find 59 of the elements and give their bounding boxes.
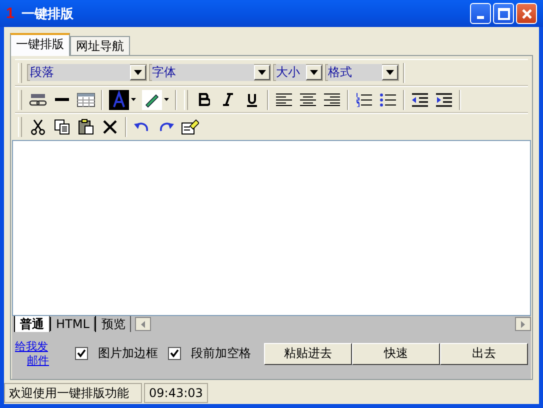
- bold-icon: [198, 93, 210, 106]
- undo-icon: [134, 120, 150, 132]
- copy-icon: [54, 118, 70, 134]
- align-right-icon: [324, 93, 340, 106]
- notepad-icon: [181, 118, 199, 134]
- indent-icon: [436, 92, 452, 106]
- font-color-icon: [109, 90, 129, 110]
- tab[interactable]: 一键排版: [10, 33, 70, 56]
- app-number-label: 1: [6, 5, 14, 22]
- format-dropdown[interactable]: 格式: [325, 64, 399, 81]
- status-message: 欢迎使用一键排版功能: [4, 383, 142, 403]
- caret-icon: [131, 98, 136, 101]
- checkbox-label: 段前加空格: [191, 345, 251, 362]
- checkbox[interactable]: [75, 347, 88, 360]
- font-color-button[interactable]: [107, 88, 138, 110]
- link-icon: [29, 92, 47, 108]
- pencil-icon: [142, 90, 162, 110]
- action-button[interactable]: 出去: [440, 342, 528, 364]
- format-dropdown[interactable]: 字体: [149, 64, 271, 81]
- right-arrow-icon: [521, 320, 525, 328]
- left-arrow-icon: [141, 320, 146, 328]
- checkbox-label: 图片加边框: [98, 345, 158, 362]
- editor-tab[interactable]: 预览: [95, 316, 132, 332]
- align-center-icon: [300, 93, 316, 106]
- bullet-list-icon: [380, 92, 396, 106]
- close-button[interactable]: [516, 3, 537, 24]
- scissors-icon: [30, 118, 46, 134]
- caret-icon: [386, 70, 394, 75]
- email-link[interactable]: 给我发 邮件: [15, 340, 49, 368]
- format-dropdown[interactable]: 大小: [273, 64, 323, 81]
- status-time: 09:43:03: [144, 383, 208, 403]
- italic-icon: [222, 93, 234, 106]
- editor-tab[interactable]: 普通: [14, 316, 50, 332]
- caret-icon: [134, 70, 142, 75]
- align-left-icon: [276, 93, 292, 106]
- close-icon: [520, 8, 532, 20]
- window-title: 一键排版: [21, 6, 74, 22]
- tab[interactable]: 网址导航: [70, 36, 130, 55]
- caret-icon: [310, 70, 318, 75]
- numbered-list-icon: [356, 92, 372, 106]
- minimize-button[interactable]: [470, 3, 491, 24]
- caret-icon: [164, 98, 169, 101]
- checkbox[interactable]: [168, 347, 181, 360]
- maximize-button[interactable]: [493, 3, 514, 24]
- horizontal-scrollbar[interactable]: [135, 317, 531, 331]
- table-icon: [77, 92, 95, 106]
- underline-icon: [246, 92, 258, 106]
- action-button[interactable]: 快速: [352, 342, 440, 364]
- outdent-icon: [412, 92, 428, 106]
- action-button[interactable]: 粘贴进去: [264, 342, 352, 364]
- caret-icon: [258, 70, 266, 75]
- editor-tab[interactable]: HTML: [50, 317, 96, 331]
- minimize-icon: [477, 16, 484, 18]
- redo-icon: [158, 120, 174, 132]
- clipboard-icon: [78, 118, 94, 134]
- maximize-icon: [498, 8, 510, 20]
- delete-icon: [102, 118, 118, 134]
- highlight-color-button[interactable]: [140, 88, 171, 110]
- format-dropdown[interactable]: 段落: [27, 64, 147, 81]
